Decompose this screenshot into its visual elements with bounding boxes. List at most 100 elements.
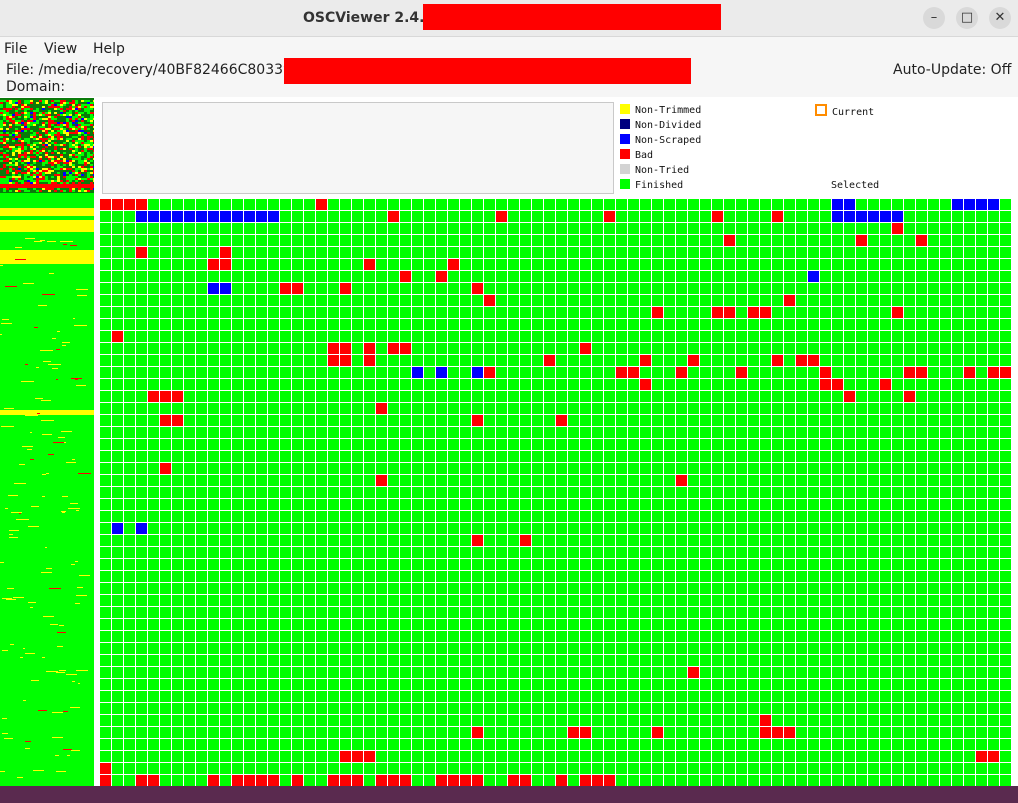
grid-block[interactable]	[700, 319, 711, 330]
grid-block[interactable]	[196, 343, 207, 354]
grid-block[interactable]	[556, 619, 567, 630]
grid-block[interactable]	[592, 295, 603, 306]
grid-block[interactable]	[100, 511, 111, 522]
grid-block[interactable]	[412, 475, 423, 486]
grid-block[interactable]	[568, 403, 579, 414]
grid-block[interactable]	[520, 403, 531, 414]
grid-block[interactable]	[268, 751, 279, 762]
grid-block[interactable]	[580, 643, 591, 654]
grid-block[interactable]	[580, 367, 591, 378]
grid-block[interactable]	[136, 259, 147, 270]
grid-block[interactable]	[880, 319, 891, 330]
grid-block[interactable]	[832, 247, 843, 258]
grid-block[interactable]	[292, 775, 303, 786]
grid-block[interactable]	[472, 487, 483, 498]
grid-block[interactable]	[736, 259, 747, 270]
grid-block[interactable]	[256, 775, 267, 786]
grid-block[interactable]	[988, 511, 999, 522]
grid-block[interactable]	[880, 583, 891, 594]
grid-block[interactable]	[904, 631, 915, 642]
grid-block[interactable]	[364, 307, 375, 318]
grid-block[interactable]	[640, 559, 651, 570]
grid-block[interactable]	[208, 679, 219, 690]
grid-block[interactable]	[964, 595, 975, 606]
grid-block[interactable]	[808, 715, 819, 726]
grid-block[interactable]	[580, 391, 591, 402]
grid-block[interactable]	[148, 679, 159, 690]
grid-block[interactable]	[148, 751, 159, 762]
grid-block[interactable]	[532, 439, 543, 450]
grid-block[interactable]	[232, 715, 243, 726]
grid-block[interactable]	[628, 571, 639, 582]
grid-block[interactable]	[892, 331, 903, 342]
grid-block[interactable]	[196, 715, 207, 726]
grid-block[interactable]	[280, 727, 291, 738]
grid-block[interactable]	[784, 655, 795, 666]
grid-block[interactable]	[220, 487, 231, 498]
grid-block[interactable]	[748, 391, 759, 402]
grid-block[interactable]	[748, 703, 759, 714]
grid-block[interactable]	[892, 475, 903, 486]
grid-block[interactable]	[100, 607, 111, 618]
grid-block[interactable]	[748, 619, 759, 630]
grid-block[interactable]	[364, 343, 375, 354]
grid-block[interactable]	[880, 259, 891, 270]
grid-block[interactable]	[256, 451, 267, 462]
grid-block[interactable]	[916, 235, 927, 246]
grid-block[interactable]	[172, 643, 183, 654]
grid-block[interactable]	[628, 487, 639, 498]
grid-block[interactable]	[1000, 235, 1011, 246]
grid-block[interactable]	[988, 211, 999, 222]
grid-block[interactable]	[856, 559, 867, 570]
grid-block[interactable]	[124, 655, 135, 666]
grid-block[interactable]	[952, 463, 963, 474]
grid-block[interactable]	[772, 379, 783, 390]
grid-block[interactable]	[256, 307, 267, 318]
grid-block[interactable]	[136, 235, 147, 246]
grid-block[interactable]	[760, 703, 771, 714]
grid-block[interactable]	[964, 439, 975, 450]
grid-block[interactable]	[940, 643, 951, 654]
grid-block[interactable]	[496, 511, 507, 522]
grid-block[interactable]	[676, 271, 687, 282]
grid-block[interactable]	[880, 283, 891, 294]
grid-block[interactable]	[364, 763, 375, 774]
grid-block[interactable]	[796, 343, 807, 354]
grid-block[interactable]	[412, 547, 423, 558]
grid-block[interactable]	[724, 415, 735, 426]
grid-block[interactable]	[952, 679, 963, 690]
grid-block[interactable]	[700, 763, 711, 774]
grid-block[interactable]	[244, 499, 255, 510]
grid-block[interactable]	[652, 691, 663, 702]
grid-block[interactable]	[868, 559, 879, 570]
grid-block[interactable]	[604, 427, 615, 438]
grid-block[interactable]	[268, 355, 279, 366]
grid-block[interactable]	[916, 499, 927, 510]
grid-block[interactable]	[304, 715, 315, 726]
grid-block[interactable]	[388, 511, 399, 522]
grid-block[interactable]	[640, 271, 651, 282]
grid-block[interactable]	[868, 211, 879, 222]
grid-block[interactable]	[736, 763, 747, 774]
grid-block[interactable]	[340, 379, 351, 390]
grid-block[interactable]	[568, 331, 579, 342]
grid-block[interactable]	[280, 703, 291, 714]
grid-block[interactable]	[928, 679, 939, 690]
grid-block[interactable]	[988, 415, 999, 426]
grid-block[interactable]	[940, 247, 951, 258]
grid-block[interactable]	[508, 235, 519, 246]
grid-block[interactable]	[796, 727, 807, 738]
grid-block[interactable]	[688, 319, 699, 330]
grid-block[interactable]	[904, 355, 915, 366]
grid-block[interactable]	[832, 271, 843, 282]
grid-block[interactable]	[700, 439, 711, 450]
grid-block[interactable]	[244, 727, 255, 738]
grid-block[interactable]	[484, 439, 495, 450]
grid-block[interactable]	[376, 319, 387, 330]
grid-block[interactable]	[280, 487, 291, 498]
grid-block[interactable]	[820, 571, 831, 582]
grid-block[interactable]	[472, 247, 483, 258]
grid-block[interactable]	[196, 607, 207, 618]
grid-block[interactable]	[436, 319, 447, 330]
grid-block[interactable]	[688, 403, 699, 414]
